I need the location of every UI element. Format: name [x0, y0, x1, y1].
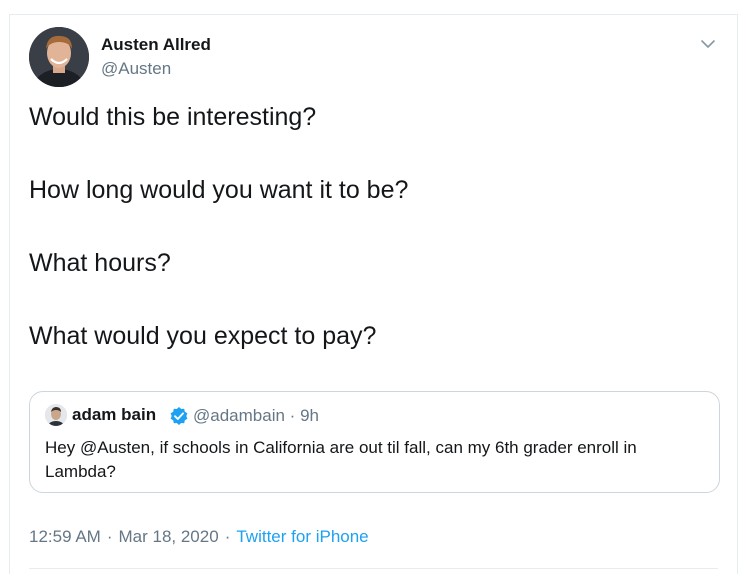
quoted-tweet-text: Hey @Austen, if schools in California ar…	[45, 438, 637, 481]
quoted-author-handle: @adambain	[193, 406, 285, 425]
tweet-text-line: How long would you want it to be?	[29, 176, 409, 204]
tweet-footer: 12:59 AM · Mar 18, 2020 · Twitter for iPhone	[29, 527, 369, 547]
author-name[interactable]: Austen Allred	[101, 35, 211, 55]
author-avatar[interactable]	[29, 27, 89, 87]
tweet-text-line: What hours?	[29, 249, 171, 277]
divider	[29, 568, 718, 569]
quoted-separator: ·	[289, 406, 296, 425]
footer-separator: ·	[224, 527, 231, 546]
tweet-source-link[interactable]: Twitter for iPhone	[236, 527, 368, 546]
quoted-time: 9h	[300, 406, 319, 425]
quoted-author-name: adam bain	[72, 405, 157, 424]
quoted-tweet[interactable]: adam bain @adambain · 9h Hey @Austen, if…	[29, 391, 720, 493]
verified-badge-icon	[169, 406, 189, 426]
tweet-text-line: What would you expect to pay?	[29, 322, 377, 350]
footer-separator: ·	[106, 527, 113, 546]
author-handle[interactable]: @Austen	[101, 59, 171, 79]
tweet-card: Austen Allred @Austen Would this be inte…	[9, 14, 738, 574]
tweet-time[interactable]: 12:59 AM	[29, 527, 101, 546]
quoted-meta: @adambain · 9h	[193, 406, 319, 426]
chevron-down-icon[interactable]	[697, 33, 719, 55]
quoted-author-avatar	[45, 404, 67, 426]
tweet-date[interactable]: Mar 18, 2020	[119, 527, 219, 546]
tweet-text-line: Would this be interesting?	[29, 103, 317, 131]
